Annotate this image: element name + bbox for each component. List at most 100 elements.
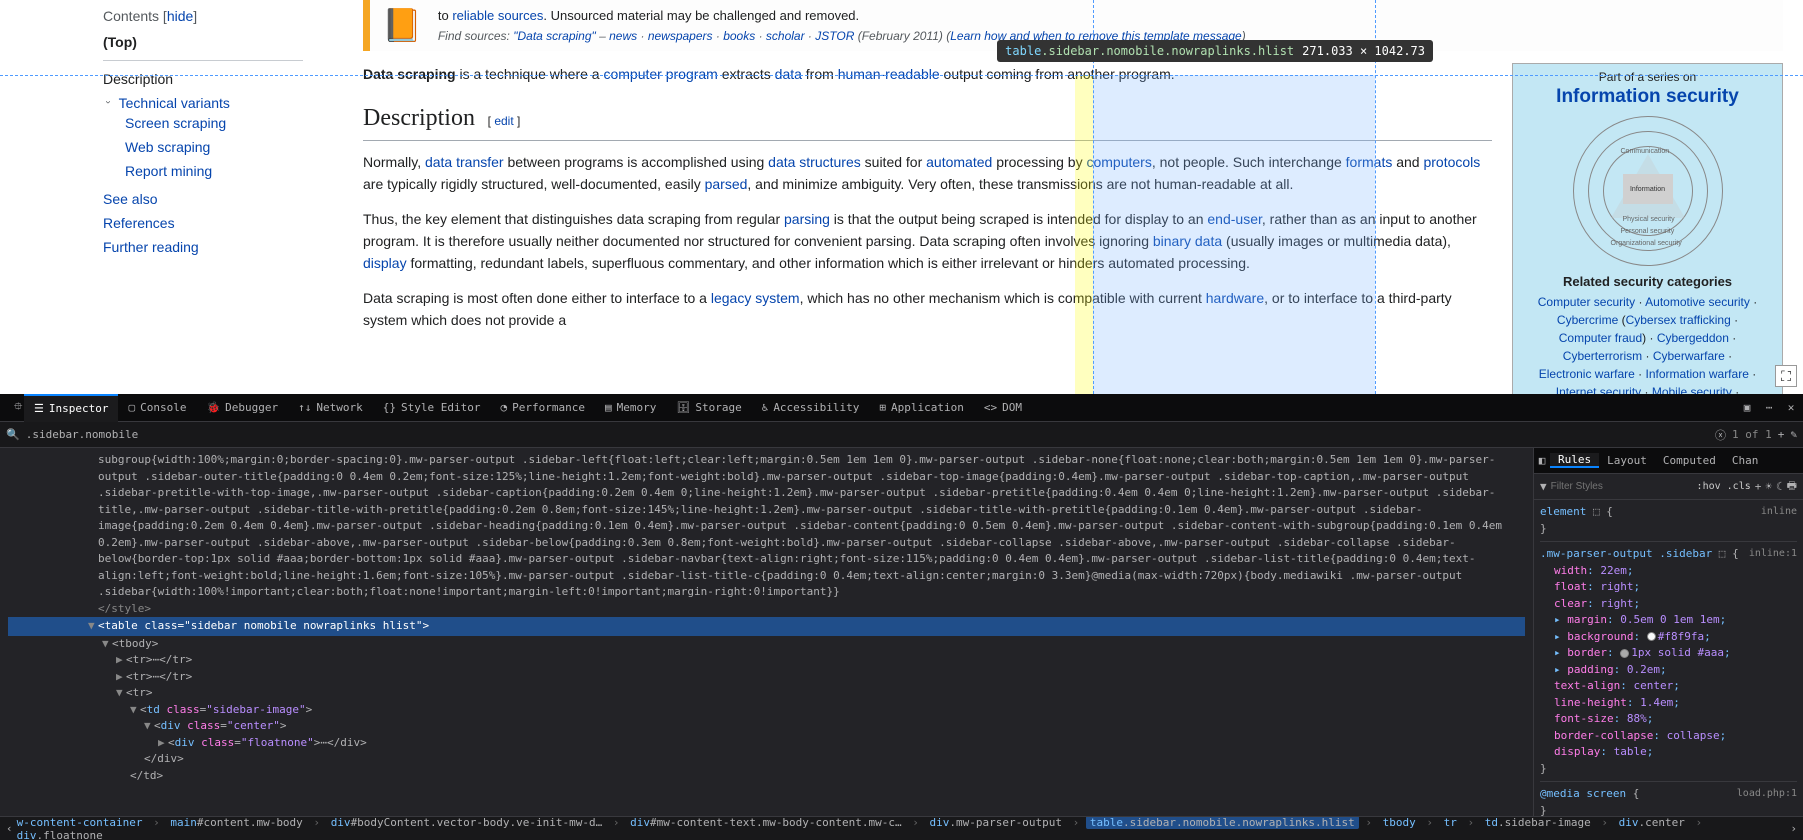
tab-dom[interactable]: <> DOM — [974, 394, 1032, 422]
tab-application[interactable]: ⊞ Application — [869, 394, 973, 422]
toc-item-see-also[interactable]: See also — [103, 191, 157, 207]
reliable-sources-link[interactable]: reliable sources — [452, 8, 543, 23]
ib-link[interactable]: Cybercrime — [1557, 313, 1618, 327]
styles-tab-changes[interactable]: Chan — [1724, 454, 1767, 467]
breadcrumb-item[interactable]: tbody — [1379, 816, 1420, 829]
src-books[interactable]: books — [723, 29, 755, 43]
tab-performance[interactable]: ◔ Performance — [491, 394, 595, 422]
html-tree-node[interactable]: ▼<td class="sidebar-image"> — [8, 702, 1525, 719]
toc-hide-link[interactable]: hide — [167, 8, 193, 24]
light-mode-icon[interactable]: ☀ — [1765, 480, 1772, 493]
chevron-down-icon[interactable]: › — [103, 101, 114, 111]
link-binary-data[interactable]: binary data — [1153, 233, 1222, 249]
breadcrumb-next-icon[interactable]: › — [1790, 822, 1797, 835]
toc-item-top[interactable]: (Top) — [103, 30, 343, 54]
ib-link[interactable]: Cybergeddon — [1657, 331, 1729, 345]
link-human-readable[interactable]: human-readable — [838, 66, 940, 82]
styles-tab-computed[interactable]: Computed — [1655, 454, 1724, 467]
ib-link[interactable]: Information warfare — [1645, 367, 1748, 381]
ib-link[interactable]: Automotive security — [1645, 295, 1750, 309]
link-data-transfer[interactable]: data transfer — [425, 154, 504, 170]
breadcrumb-item[interactable]: div.mw-parser-output — [926, 816, 1066, 829]
eyedropper-icon[interactable]: ✎ — [1790, 428, 1797, 441]
styles-tab-rules[interactable]: Rules — [1550, 453, 1599, 468]
tab-inspector[interactable]: ☰ Inspector — [24, 394, 118, 422]
html-tree-node[interactable]: ▼<tbody> — [8, 636, 1525, 653]
tab-accessibility[interactable]: ♿ Accessibility — [752, 394, 870, 422]
html-tree[interactable]: subgroup{width:100%;margin:0;border-spac… — [0, 448, 1533, 816]
infobox-title-link[interactable]: Information security — [1556, 86, 1739, 107]
add-node-icon[interactable]: + — [1778, 428, 1785, 441]
css-rules[interactable]: inlineelement ⬚ {}inline:1.mw-parser-out… — [1534, 500, 1803, 816]
selected-html-node[interactable]: ▼<table class="sidebar nomobile nowrapli… — [8, 617, 1525, 636]
edit-link[interactable]: edit — [494, 114, 513, 128]
toc-item-screen-scraping[interactable]: Screen scraping — [125, 115, 226, 131]
expand-button[interactable]: ⛶ — [1775, 365, 1797, 387]
tab-network[interactable]: ↑↓ Network — [288, 394, 373, 422]
link-parsing[interactable]: parsing — [784, 211, 830, 227]
tab-debugger[interactable]: 🐞 Debugger — [196, 394, 288, 422]
breadcrumb-item[interactable]: main#content.mw-body — [166, 816, 306, 829]
link-automated[interactable]: automated — [926, 154, 992, 170]
breadcrumb-item[interactable]: div.floatnone — [13, 829, 107, 840]
ib-link[interactable]: Electronic warfare — [1539, 367, 1635, 381]
tab-memory[interactable]: ▤ Memory — [595, 394, 666, 422]
html-search-input[interactable] — [26, 428, 1709, 441]
toc-item-references[interactable]: References — [103, 215, 175, 231]
tab-console[interactable]: ▢ Console — [118, 394, 196, 422]
ib-link[interactable]: Cyberwarfare — [1653, 349, 1725, 363]
tab-style-editor[interactable]: {} Style Editor — [373, 394, 491, 422]
devtools-menu-icon[interactable]: ⋯ — [1761, 401, 1777, 414]
html-tree-node[interactable]: ▼<div class="center"> — [8, 718, 1525, 735]
link-data-structures[interactable]: data structures — [768, 154, 861, 170]
src-newspapers[interactable]: newspapers — [648, 29, 713, 43]
breadcrumb-item[interactable]: tr — [1440, 816, 1461, 829]
pseudo-toggle[interactable]: :hov .cls — [1697, 481, 1751, 492]
link-protocols[interactable]: protocols — [1423, 154, 1480, 170]
link-legacy-system[interactable]: legacy system — [711, 290, 800, 306]
dark-mode-icon[interactable]: ☾ — [1776, 480, 1783, 493]
breadcrumb-item[interactable]: table.sidebar.nomobile.nowraplinks.hlist — [1086, 816, 1359, 829]
close-devtools-icon[interactable]: ✕ — [1783, 401, 1799, 414]
responsive-mode-icon[interactable]: ▣ — [1739, 401, 1755, 414]
styles-tab-layout[interactable]: Layout — [1599, 454, 1655, 467]
link-computer-program[interactable]: computer program — [603, 66, 717, 82]
breadcrumb-item[interactable]: div#bodyContent.vector-body.ve-init-mw-d… — [327, 816, 607, 829]
link-formats[interactable]: formats — [1346, 154, 1393, 170]
breadcrumb-item[interactable]: w-content-container — [13, 816, 147, 829]
clear-search-icon[interactable]: ⓧ — [1715, 427, 1726, 443]
toggle-sidebar-icon[interactable]: ◧ — [1534, 454, 1550, 467]
html-tree-node[interactable]: </div> — [8, 751, 1525, 768]
link-hardware[interactable]: hardware — [1206, 290, 1264, 306]
toc-item-further-reading[interactable]: Further reading — [103, 239, 199, 255]
ib-link[interactable]: Cybersex trafficking — [1626, 313, 1731, 327]
pick-element-icon[interactable]: ⯐ — [4, 394, 24, 422]
link-parsed[interactable]: parsed — [705, 176, 748, 192]
breadcrumb-item[interactable]: td.sidebar-image — [1481, 816, 1595, 829]
ib-link[interactable]: Computer security — [1538, 295, 1635, 309]
ib-link[interactable]: Cyberterrorism — [1563, 349, 1642, 363]
tab-storage[interactable]: 🗄 Storage — [666, 394, 751, 422]
html-tree-node[interactable]: ▶<div class="floatnone">⋯</div> — [8, 735, 1525, 752]
infobox-diagram[interactable]: Information Communication Physical secur… — [1573, 116, 1723, 266]
ib-link[interactable]: Computer fraud — [1559, 331, 1642, 345]
breadcrumb-item[interactable]: div#mw-content-text.mw-body-content.mw-c… — [626, 816, 906, 829]
toc-item-report-mining[interactable]: Report mining — [125, 163, 212, 179]
print-mode-icon[interactable]: 🖶 — [1787, 477, 1797, 496]
html-tree-node[interactable]: ▶<tr>⋯</tr> — [8, 669, 1525, 686]
link-data[interactable]: data — [775, 66, 802, 82]
html-tree-node[interactable]: </td> — [8, 768, 1525, 785]
toc-item-web-scraping[interactable]: Web scraping — [125, 139, 210, 155]
src-jstor[interactable]: JSTOR — [815, 29, 854, 43]
html-tree-node[interactable]: ▶<tr>⋯</tr> — [8, 652, 1525, 669]
search-term-link[interactable]: "Data scraping" — [513, 29, 596, 43]
html-tree-node[interactable]: ▼<tr> — [8, 685, 1525, 702]
toc-item-technical[interactable]: Technical variants — [119, 95, 230, 111]
add-rule-icon[interactable]: + — [1755, 480, 1762, 493]
src-news[interactable]: news — [609, 29, 637, 43]
breadcrumb-prev-icon[interactable]: ‹ — [6, 822, 13, 835]
filter-styles-input[interactable] — [1551, 481, 1693, 492]
link-display[interactable]: display — [363, 255, 407, 271]
toc-item-description[interactable]: Description — [103, 71, 173, 87]
src-scholar[interactable]: scholar — [766, 29, 805, 43]
